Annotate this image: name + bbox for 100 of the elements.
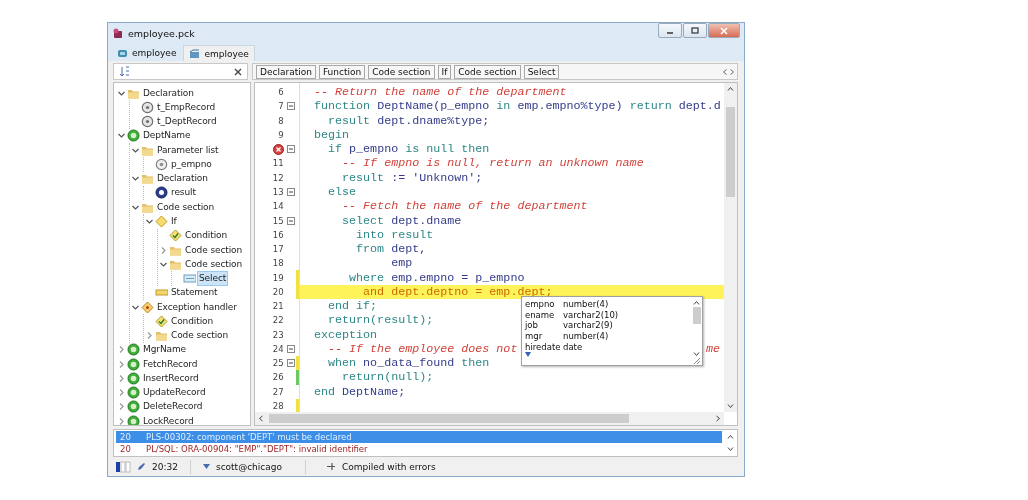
check-diamond-icon — [155, 314, 168, 328]
circle-icon — [155, 157, 168, 171]
breadcrumb-button[interactable]: Code section — [454, 64, 521, 79]
chevron-up-icon[interactable] — [727, 86, 734, 91]
suggestion-item[interactable]: job varchar2(9) — [525, 320, 688, 331]
tree-item[interactable]: Statement — [169, 286, 220, 300]
collapse-icon[interactable] — [286, 102, 295, 111]
tree-item[interactable]: Code section — [169, 329, 231, 343]
tree-item[interactable]: result — [169, 186, 198, 200]
chevron-right-icon[interactable] — [716, 415, 721, 422]
breadcrumb-button[interactable]: Code section — [368, 64, 435, 79]
function-icon — [127, 400, 140, 414]
tree-item[interactable]: t_DeptRecord — [155, 115, 219, 129]
tree-item[interactable]: DeleteRecord — [141, 400, 205, 414]
code-line: when no_data_found then — [327, 356, 490, 371]
collapse-icon[interactable] — [286, 344, 295, 353]
package-icon — [117, 48, 128, 58]
progress-indicator-icon — [115, 460, 131, 473]
tree-item[interactable]: InsertRecord — [141, 371, 201, 385]
tree-item[interactable]: Parameter list — [155, 143, 221, 157]
function-icon — [127, 343, 140, 357]
code-line: end if; — [327, 299, 378, 314]
tree-item[interactable]: t_EmpRecord — [155, 100, 218, 114]
caret-down-icon[interactable] — [525, 351, 531, 357]
close-button[interactable] — [708, 23, 740, 38]
tree-item[interactable]: Exception handler — [155, 300, 239, 314]
resize-grip-icon[interactable] — [692, 357, 701, 365]
code-line: function DeptName(p_empno in emp.empno%type) return dept.d — [314, 99, 721, 114]
scrollbar-thumb[interactable] — [726, 107, 735, 197]
chevron-left-icon[interactable] — [258, 415, 263, 422]
file-tab[interactable]: employee — [112, 45, 182, 61]
pin-icon — [325, 462, 336, 471]
scrollbar-thumb[interactable] — [269, 414, 629, 423]
tree-item[interactable]: Declaration — [155, 172, 210, 186]
suggestion-item[interactable]: empno number(4) — [525, 299, 688, 310]
line-number: 20 — [272, 286, 284, 297]
line-number: 22 — [272, 315, 284, 326]
close-icon[interactable] — [234, 67, 242, 76]
line-number: 21 — [272, 301, 284, 312]
line-number: 11 — [272, 158, 284, 169]
chevron-down-icon[interactable] — [727, 404, 734, 409]
breadcrumb-button[interactable]: Select — [523, 64, 560, 79]
diamond-icon — [155, 215, 168, 228]
tree-item[interactable]: Code section — [183, 243, 245, 257]
tree-item[interactable]: UpdateRecord — [141, 386, 208, 400]
tree-item[interactable]: Condition — [169, 314, 216, 328]
check-diamond-icon — [169, 229, 182, 243]
message-row[interactable]: 20 PL/SQL: ORA-00904: "EMP"."DEPT": invalid identifier — [116, 443, 722, 455]
collapse-icon[interactable] — [286, 216, 295, 225]
line-number: 8 — [278, 115, 284, 126]
code-line: where emp.empno = p_empno — [348, 270, 525, 285]
line-number: 24 — [272, 343, 284, 354]
tree-item[interactable]: Declaration — [141, 86, 196, 100]
line-number: 26 — [272, 372, 284, 383]
tree-item[interactable]: Condition — [183, 229, 230, 243]
file-tab[interactable]: employee — [183, 45, 255, 61]
minimize-button[interactable] — [658, 23, 682, 38]
package-icon — [189, 48, 201, 59]
tree-item[interactable]: MgrName — [141, 343, 189, 357]
chevron-right-icon[interactable] — [730, 68, 734, 75]
sort-icon[interactable] — [119, 66, 130, 77]
caret-down-icon[interactable] — [202, 464, 210, 469]
breadcrumb-button[interactable]: If — [437, 64, 452, 79]
tree-item[interactable]: Select — [197, 271, 229, 287]
chevron-down-icon[interactable] — [727, 447, 734, 452]
maximize-button[interactable] — [683, 23, 707, 38]
chevron-down-icon[interactable] — [144, 217, 154, 226]
line-number: 15 — [272, 215, 284, 226]
breadcrumb-button[interactable]: Function — [318, 64, 366, 79]
folder-icon — [155, 329, 168, 343]
tree-item[interactable]: p_empno — [169, 157, 214, 171]
close-icon — [720, 26, 728, 35]
code-line: select dept.dname — [341, 213, 462, 228]
code-line: and dept.deptno = emp.dept; — [362, 284, 553, 299]
circle-icon — [141, 115, 154, 129]
suggestion-item[interactable]: ename varchar2(10) — [525, 309, 688, 321]
collapse-icon[interactable] — [286, 359, 295, 368]
tree-item[interactable]: If — [169, 215, 179, 228]
code-line: into result — [355, 227, 434, 242]
chevron-left-icon[interactable] — [723, 68, 727, 75]
tree-item[interactable]: FetchRecord — [141, 357, 200, 371]
chevron-up-icon[interactable] — [727, 434, 734, 439]
suggestion-item[interactable]: hiredate date — [525, 341, 688, 352]
line-number: 14 — [272, 201, 284, 212]
chevron-down-icon[interactable] — [130, 174, 140, 184]
chevron-up-icon[interactable] — [693, 300, 700, 305]
suggestion-item[interactable]: mgr number(4) — [525, 330, 688, 342]
scrollbar-thumb[interactable] — [692, 307, 701, 324]
collapse-icon[interactable] — [286, 145, 295, 154]
chevron-down-icon[interactable] — [116, 131, 126, 141]
tree-item[interactable]: DeptName — [141, 129, 193, 143]
tree-item[interactable]: Code section — [183, 257, 245, 271]
circle-icon — [141, 100, 154, 114]
breadcrumb-button[interactable]: Declaration — [256, 64, 316, 79]
tree-item[interactable]: LockRecord — [141, 414, 196, 425]
chevron-down-icon[interactable] — [693, 352, 700, 357]
collapse-icon[interactable] — [286, 188, 295, 196]
connection-label[interactable]: scott@chicago — [215, 461, 282, 472]
tree-item[interactable]: Code section — [155, 200, 217, 214]
code-line: from dept, — [355, 242, 427, 257]
